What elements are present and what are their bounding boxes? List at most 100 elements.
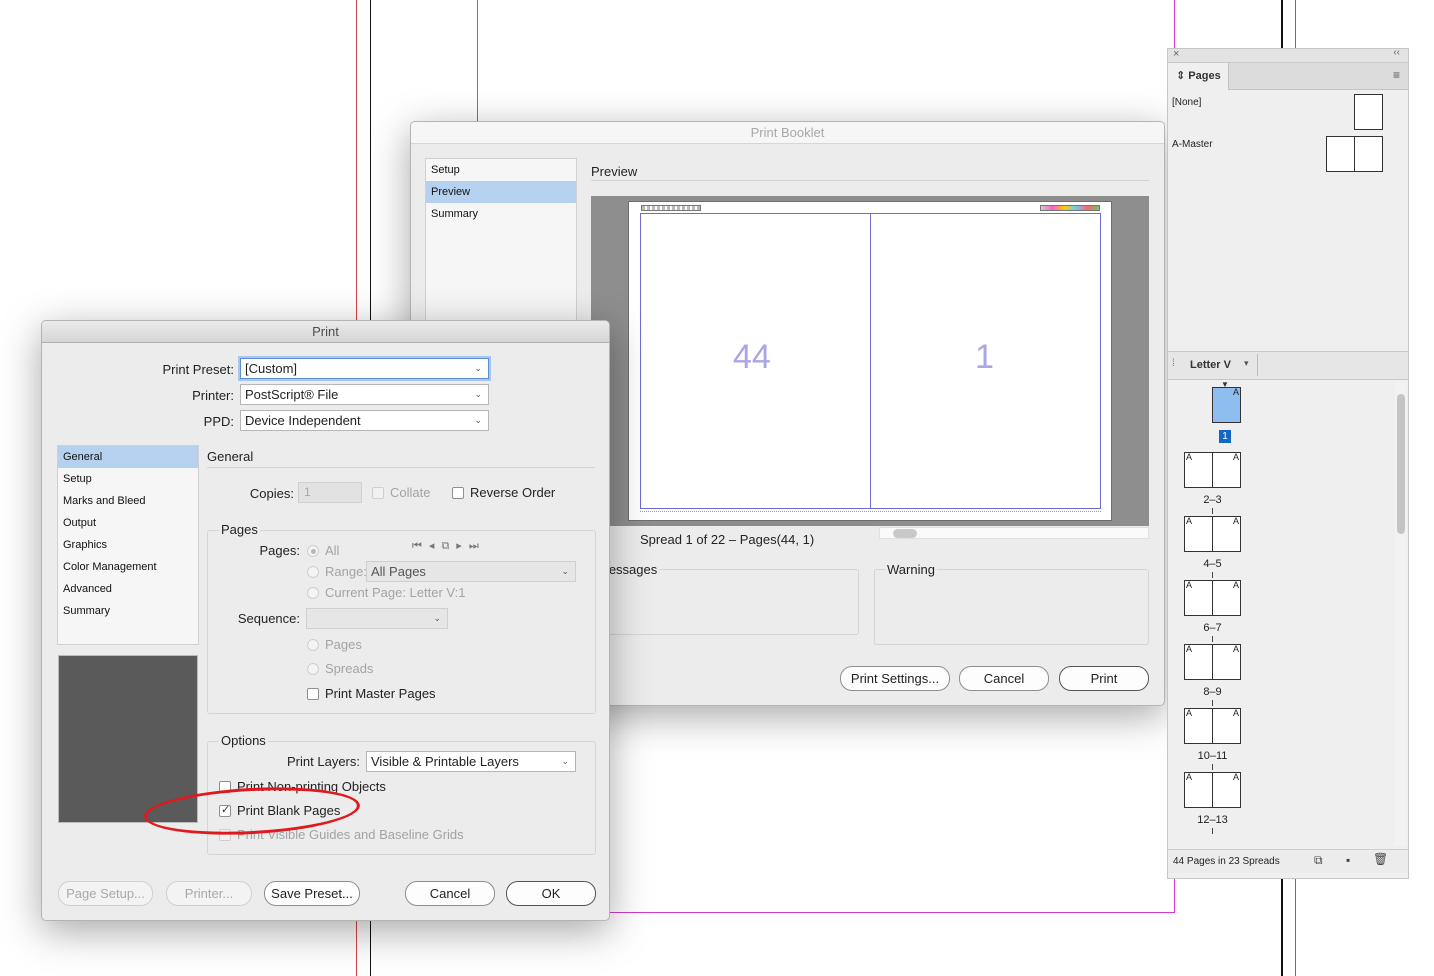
booklet-cancel-button[interactable]: Cancel [959,666,1049,691]
print-dialog-title: Print [42,321,609,343]
last-page-icon[interactable]: ⏭ [469,540,486,552]
print-layers-select[interactable]: Visible & Printable Layers ⌄ [366,751,576,772]
a-master-thumbnail[interactable] [1326,136,1383,172]
spread-thumbnail-6-7[interactable]: AA [1184,580,1241,616]
print-nav-summary[interactable]: Summary [58,600,198,622]
spreads-option-label: Spreads [325,661,374,676]
print-nav-output[interactable]: Output [58,512,198,534]
preview-scrollbar[interactable] [879,527,1149,539]
range-value: All Pages [371,564,426,579]
current-page-radio[interactable] [307,587,319,599]
preview-scroll-thumb[interactable] [893,529,917,538]
booklet-print-button[interactable]: Print [1059,666,1149,691]
pages-tab-label: Pages [1188,70,1221,82]
print-settings-button[interactable]: Print Settings... [840,666,950,691]
print-ok-button[interactable]: OK [506,881,596,906]
collapse-icon[interactable]: ‹‹ [1393,47,1400,58]
print-nav-color-management[interactable]: Color Management [58,556,198,578]
print-nav-marks-and-bleed[interactable]: Marks and Bleed [58,490,198,512]
pages-option-radio[interactable] [307,639,319,651]
all-pages-label: All [325,543,340,558]
first-page-icon[interactable]: ⏮ [412,540,429,552]
collate-checkbox[interactable] [372,487,384,499]
spread-thumbnail-10-11[interactable]: AA [1184,708,1241,744]
collate-label: Collate [390,485,431,500]
spread-thumbnail-2-3[interactable]: AA [1184,452,1241,488]
booklet-nav-preview[interactable]: Preview [426,181,576,203]
master-letter: A [1232,516,1239,526]
pages-scrollbar[interactable] [1395,382,1407,846]
trash-icon[interactable]: 🗑 [1373,852,1388,866]
printer-button[interactable]: Printer... [166,881,252,906]
master-letter: A [1232,772,1239,782]
spread-thumbnail-4-5[interactable]: AA [1184,516,1241,552]
warning-label: Warning [885,562,937,577]
pages-scroll-thumb[interactable] [1397,394,1405,534]
print-nav-general[interactable]: General [58,446,198,468]
spread-connector [1212,764,1213,770]
all-pages-radio[interactable] [307,545,319,557]
previous-page-icon[interactable]: ◂ [429,540,442,552]
options-group-title: Options [219,733,268,748]
panel-menu-icon[interactable]: ≡ [1393,68,1400,82]
spread-label-10-11: 10–11 [1197,750,1228,762]
next-page-icon[interactable]: ▸ [456,540,469,552]
pages-tab[interactable]: ⇕ Pages [1168,63,1229,90]
section-label[interactable]: Letter V [1190,359,1231,371]
spread-connector [1212,700,1213,706]
sequence-select[interactable]: ⌄ [306,608,448,629]
copies-input[interactable]: 1 [298,482,362,503]
page-spread-icon[interactable]: ⧉ [441,540,456,552]
chevron-down-icon[interactable]: ▾ [1244,358,1249,369]
booklet-section-title: Preview [591,164,638,179]
page-size-icon[interactable]: ⧉ [1314,853,1323,868]
master-letter: A [1186,644,1193,654]
current-page-label: Current Page: Letter V:1 [325,585,466,600]
print-nav-advanced[interactable]: Advanced [58,578,198,600]
range-radio[interactable] [307,566,319,578]
new-page-icon[interactable]: ▪ [1346,853,1350,867]
print-booklet-title: Print Booklet [411,122,1164,144]
range-select[interactable]: All Pages ⌄ [366,561,576,582]
pages-tab-bar: ⇕ Pages ≡ [1168,63,1408,90]
ppd-select[interactable]: Device Independent ⌄ [240,410,489,431]
spreads-option-radio[interactable] [307,663,319,675]
ppd-label: PPD: [203,414,234,429]
a-master-label[interactable]: A-Master [1172,139,1213,150]
print-preset-value: [Custom] [245,361,298,376]
pages-count-status: 44 Pages in 23 Spreads [1173,856,1280,867]
spread-label-8-9: 8–9 [1203,686,1222,698]
booklet-nav-summary[interactable]: Summary [426,203,576,225]
printer-label: Printer: [192,388,234,403]
print-nav-setup[interactable]: Setup [58,468,198,490]
print-preset-label: Print Preset: [162,362,234,377]
print-dialog: Print Print Preset: [Custom] ⌄ Printer: P… [41,320,610,921]
print-cancel-button[interactable]: Cancel [405,881,495,906]
page-1-thumbnail[interactable]: A [1212,387,1241,423]
print-master-pages-checkbox[interactable] [307,688,319,700]
close-icon[interactable]: × [1173,48,1179,60]
master-letter: A [1186,772,1193,782]
none-master-thumbnail[interactable] [1354,94,1383,130]
spread-thumbnail-12-13[interactable]: AA [1184,772,1241,808]
master-letter: A [1186,516,1193,526]
printer-select[interactable]: PostScript® File ⌄ [240,384,489,405]
master-letter: A [1232,452,1239,462]
ppd-value: Device Independent [245,413,361,428]
spread-label-4-5: 4–5 [1203,558,1222,570]
print-nav-graphics[interactable]: Graphics [58,534,198,556]
none-master-label[interactable]: [None] [1172,97,1201,108]
master-letter: A [1232,580,1239,590]
pages-status-bar: 44 Pages in 23 Spreads ⧉ ▪ 🗑 [1168,849,1408,873]
page-setup-button[interactable]: Page Setup... [58,881,153,906]
spread-thumbnail-8-9[interactable]: AA [1184,644,1241,680]
save-preset-button[interactable]: Save Preset... [264,881,360,906]
print-master-pages-label: Print Master Pages [325,686,436,701]
chevron-down-icon: ⌄ [474,389,482,399]
master-letter: A [1232,644,1239,654]
reverse-order-checkbox[interactable] [452,487,464,499]
print-preset-select[interactable]: [Custom] ⌄ [240,358,489,379]
booklet-nav-setup[interactable]: Setup [426,159,576,181]
print-layers-label: Print Layers: [287,754,360,769]
spread-connector [1212,508,1213,514]
